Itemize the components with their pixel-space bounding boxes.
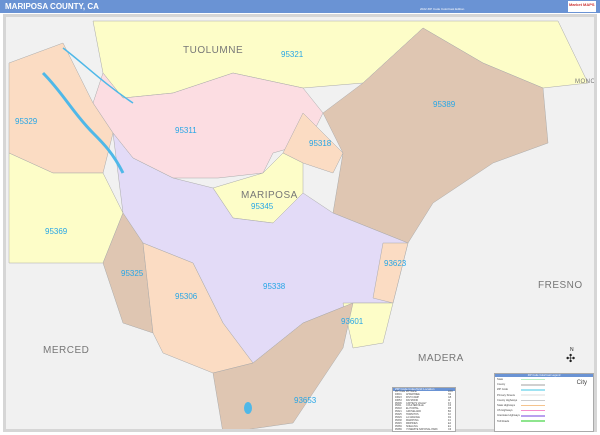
zip-label: 93601	[341, 317, 364, 326]
zip-label: 95311	[175, 126, 197, 135]
legend-line-swatch	[521, 409, 545, 412]
zip-label: 95318	[309, 139, 332, 148]
zip-label: 93623	[384, 259, 407, 268]
compass-rose-icon: ✣ N	[566, 347, 576, 365]
map-title: MARIPOSA COUNTY, CA	[5, 2, 99, 11]
county-label: MADERA	[418, 353, 464, 364]
zip-index-row: 95389 YOSEMITE NATIONAL PARK C6	[395, 427, 452, 431]
zip-label: 95306	[175, 292, 198, 301]
legend-item: Toll Roads	[495, 419, 593, 424]
legend-line-swatch	[521, 394, 545, 396]
zip-label: 95345	[251, 202, 274, 211]
county-label: MARIPOSA	[241, 190, 298, 201]
header: MARIPOSA COUNTY, CA 2022 ZIP Code ColorC…	[0, 0, 600, 13]
legend-line-swatch	[521, 420, 545, 422]
legend-line-swatch	[521, 389, 545, 391]
zip-label: 95321	[281, 50, 304, 59]
map-legend: ZIP Code ColorCast Legend State County ZIP…	[494, 373, 594, 432]
edition-label: 2022 ZIP Code ColorCast Edition	[420, 7, 465, 11]
zip-code-index: ZIP Code Index/Grid Location ZIP Code ZIP…	[392, 387, 456, 432]
county-label: TUOLUMNE	[183, 45, 243, 56]
zip-label: 95338	[263, 282, 286, 291]
county-label: MERCED	[43, 345, 89, 356]
legend-line-swatch	[521, 415, 545, 417]
zip-label: 95389	[433, 100, 456, 109]
zip-label: 95325	[121, 269, 144, 278]
county-label: MONO	[575, 79, 596, 85]
map-canvas[interactable]: TUOLUMNE MARIPOSA MERCED MADERA FRESNO M…	[3, 14, 597, 432]
zip-label: 95329	[15, 117, 38, 126]
county-label: FRESNO	[538, 280, 583, 291]
legend-line-swatch	[521, 404, 545, 407]
legend-line-swatch	[521, 384, 545, 386]
zip-label: 95369	[45, 227, 68, 236]
zip-label: 93653	[294, 396, 317, 405]
lake	[244, 402, 252, 414]
logo: Market MAPS	[568, 1, 596, 12]
legend-line-swatch	[521, 399, 545, 402]
legend-line-swatch	[521, 378, 545, 381]
legend-city-label: City	[576, 380, 587, 386]
map-svg: TUOLUMNE MARIPOSA MERCED MADERA FRESNO M…	[6, 17, 596, 429]
